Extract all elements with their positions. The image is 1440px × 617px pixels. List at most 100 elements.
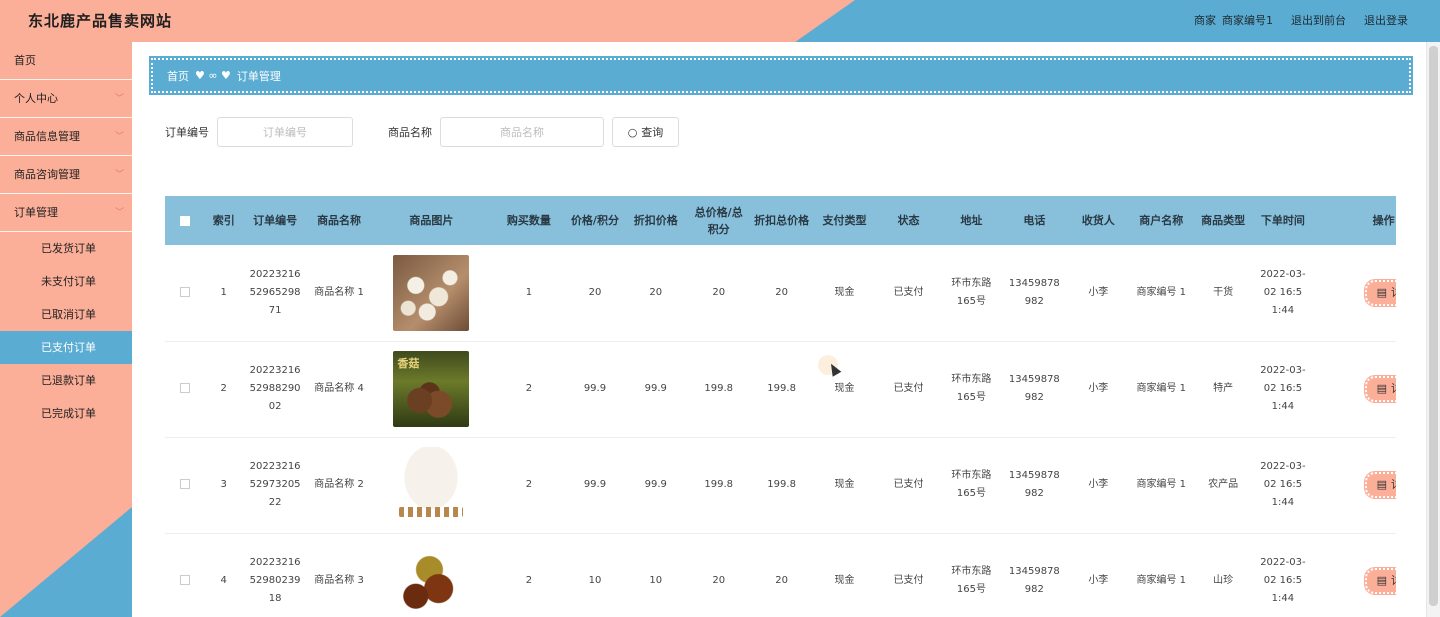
cell-text: 99.9 — [644, 383, 667, 394]
cell-text: 商家编号 1 — [1136, 286, 1187, 298]
cell-merchant: 商家编号 1 — [1129, 245, 1193, 342]
cell-text: 10 — [588, 575, 602, 586]
cell-text: 已支付 — [893, 479, 924, 490]
row-select-cell[interactable] — [165, 245, 205, 342]
cell-text: 现金 — [834, 383, 855, 394]
cell-index: 1 — [204, 245, 243, 342]
cell-type: 干货 — [1192, 245, 1254, 342]
detail-button[interactable]: ▤ 详情 — [1363, 567, 1396, 595]
username: 商家编号1 — [1222, 14, 1273, 27]
cell-type: 山珍 — [1192, 533, 1254, 617]
cell-text: 小李 — [1088, 479, 1109, 490]
cell-image — [370, 533, 493, 617]
product-name-input[interactable] — [440, 117, 604, 147]
sidebar-item-0[interactable]: 首页 — [0, 42, 132, 80]
cell-text: 10 — [649, 575, 663, 586]
row-checkbox[interactable] — [179, 479, 190, 489]
top-header: 东北鹿产品售卖网站 商家 商家编号1 退出到前台 退出登录 — [0, 0, 1440, 42]
row-checkbox[interactable] — [179, 383, 190, 393]
scrollbar-thumb[interactable] — [1429, 46, 1438, 606]
row-select-cell[interactable] — [165, 341, 205, 438]
cell-text: 20223216 52973205 22 — [249, 461, 301, 508]
cell-order-no: 20223216 52988290 02 — [242, 341, 308, 438]
cell-price: 20 — [565, 245, 625, 342]
cell-phone: 13459878 982 — [1001, 245, 1067, 342]
cell-price: 99.9 — [565, 437, 625, 534]
cell-name: 商品名称 3 — [307, 533, 371, 617]
cell-text: 农产品 — [1208, 479, 1239, 490]
cell-qty: 2 — [492, 437, 566, 534]
detail-button[interactable]: ▤ 详情 — [1363, 278, 1396, 307]
main-area: 首页 ♥ ∞ ♥ 订单管理 订单编号 商品名称 ○ 查询 索引 — [133, 42, 1426, 617]
cell-discount-total: 199.8 — [750, 437, 814, 534]
column-header: 商品类型 — [1201, 214, 1246, 227]
cell-phone: 13459878 982 — [1001, 437, 1067, 534]
page-scrollbar[interactable] — [1426, 42, 1440, 617]
cell-text: 现金 — [834, 286, 855, 298]
product-image — [393, 254, 470, 331]
cell-phone: 13459878 982 — [1001, 341, 1067, 438]
row-select-cell[interactable] — [165, 437, 205, 534]
column-header: 状态 — [897, 214, 920, 227]
sidebar-item-label: 商品信息管理 — [14, 130, 80, 143]
cell-text: 商品名称 2 — [314, 479, 364, 490]
order-no-input[interactable] — [217, 117, 353, 147]
sidebar-item-4[interactable]: 订单管理 ﹀ — [0, 194, 132, 232]
cell-text: 20 — [775, 575, 788, 586]
orders-table-wrapper: 索引 订单编号 商品名称 商品图片 购买数量 价格/积分 折扣价格 总价格/总积分 折扣总价格支… — [165, 196, 1396, 617]
cell-text: 2022-03- 02 16:5 1:44 — [1260, 557, 1306, 604]
cell-text: 2 — [525, 383, 533, 394]
cell-text: 环市东路 165号 — [951, 277, 992, 307]
breadcrumb-current: 订单管理 — [236, 69, 281, 83]
chevron-down-icon: ﹀ — [114, 132, 124, 142]
detail-button[interactable]: ▤ 详情 — [1363, 375, 1396, 403]
select-all-cell[interactable] — [165, 196, 205, 245]
table-row: 4 20223216 52980239 18 商品名称 3 2 10 10 20 20 现金 已支… — [165, 533, 1396, 617]
sidebar-subitem-1[interactable]: 未支付订单 — [0, 265, 132, 298]
sidebar-menu: 首页 个人中心 ﹀ 商品信息管理 ﹀ 商品咨询管理 ﹀ 订单管理 ﹀ 已发货订单 未支付订单 已取消订… — [0, 42, 132, 430]
query-button[interactable]: ○ 查询 — [612, 117, 679, 147]
sidebar-item-label: 个人中心 — [14, 92, 58, 105]
sidebar-item-3[interactable]: 商品咨询管理 ﹀ — [0, 156, 132, 194]
cell-text: 199.8 — [704, 383, 734, 394]
sidebar-subitem-2[interactable]: 已取消订单 — [0, 298, 132, 331]
cell-image — [370, 437, 493, 534]
cell-text: 1 — [525, 286, 533, 298]
sidebar-subitem-5[interactable]: 已完成订单 — [0, 397, 132, 430]
row-checkbox[interactable] — [179, 286, 190, 297]
sidebar-subitem-0[interactable]: 已发货订单 — [0, 232, 132, 265]
back-to-front-link[interactable]: 退出到前台 — [1291, 12, 1346, 28]
cell-address: 环市东路 165号 — [941, 341, 1002, 438]
cell-time: 2022-03- 02 16:5 1:44 — [1253, 245, 1313, 342]
site-title: 东北鹿产品售卖网站 — [28, 12, 173, 30]
logout-link[interactable]: 退出登录 — [1364, 12, 1408, 28]
column-header: 支付类型 — [822, 214, 867, 227]
sidebar-item-label: 首页 — [14, 54, 36, 67]
row-checkbox[interactable] — [179, 575, 190, 585]
document-icon: ▤ — [1376, 478, 1387, 491]
cell-actions: ▤ 详情 — [1312, 437, 1396, 534]
breadcrumb-home[interactable]: 首页 — [167, 68, 189, 84]
sidebar-item-2[interactable]: 商品信息管理 ﹀ — [0, 118, 132, 156]
detail-button[interactable]: ▤ 详情 — [1363, 471, 1396, 499]
cell-text: 20 — [588, 286, 602, 298]
cell-text: 3 — [220, 479, 227, 490]
cell-text: 商品名称 3 — [314, 575, 364, 586]
column-header: 电话 — [1023, 214, 1046, 227]
sidebar-item-1[interactable]: 个人中心 ﹀ — [0, 80, 132, 118]
sidebar-subitem-3[interactable]: 已支付订单 — [0, 331, 132, 364]
sidebar-subitem-4[interactable]: 已退款订单 — [0, 364, 132, 397]
cell-text: 199.8 — [767, 383, 796, 394]
table-row: 2 20223216 52988290 02 商品名称 4 香菇 2 99.9 99.9 19… — [165, 341, 1396, 438]
cell-text: 1 — [220, 286, 227, 298]
column-header: 收货人 — [1081, 214, 1115, 227]
row-select-cell[interactable] — [165, 533, 205, 617]
cell-receiver: 小李 — [1066, 341, 1130, 438]
cell-discount-total: 20 — [750, 245, 814, 342]
product-image: 香菇 — [393, 351, 470, 427]
cell-text: 20 — [775, 286, 788, 298]
sidebar-item-label: 商品咨询管理 — [14, 168, 80, 181]
column-header: 价格/积分 — [570, 214, 619, 227]
cell-text: 环市东路 165号 — [951, 374, 992, 403]
select-all-checkbox[interactable] — [179, 216, 190, 226]
